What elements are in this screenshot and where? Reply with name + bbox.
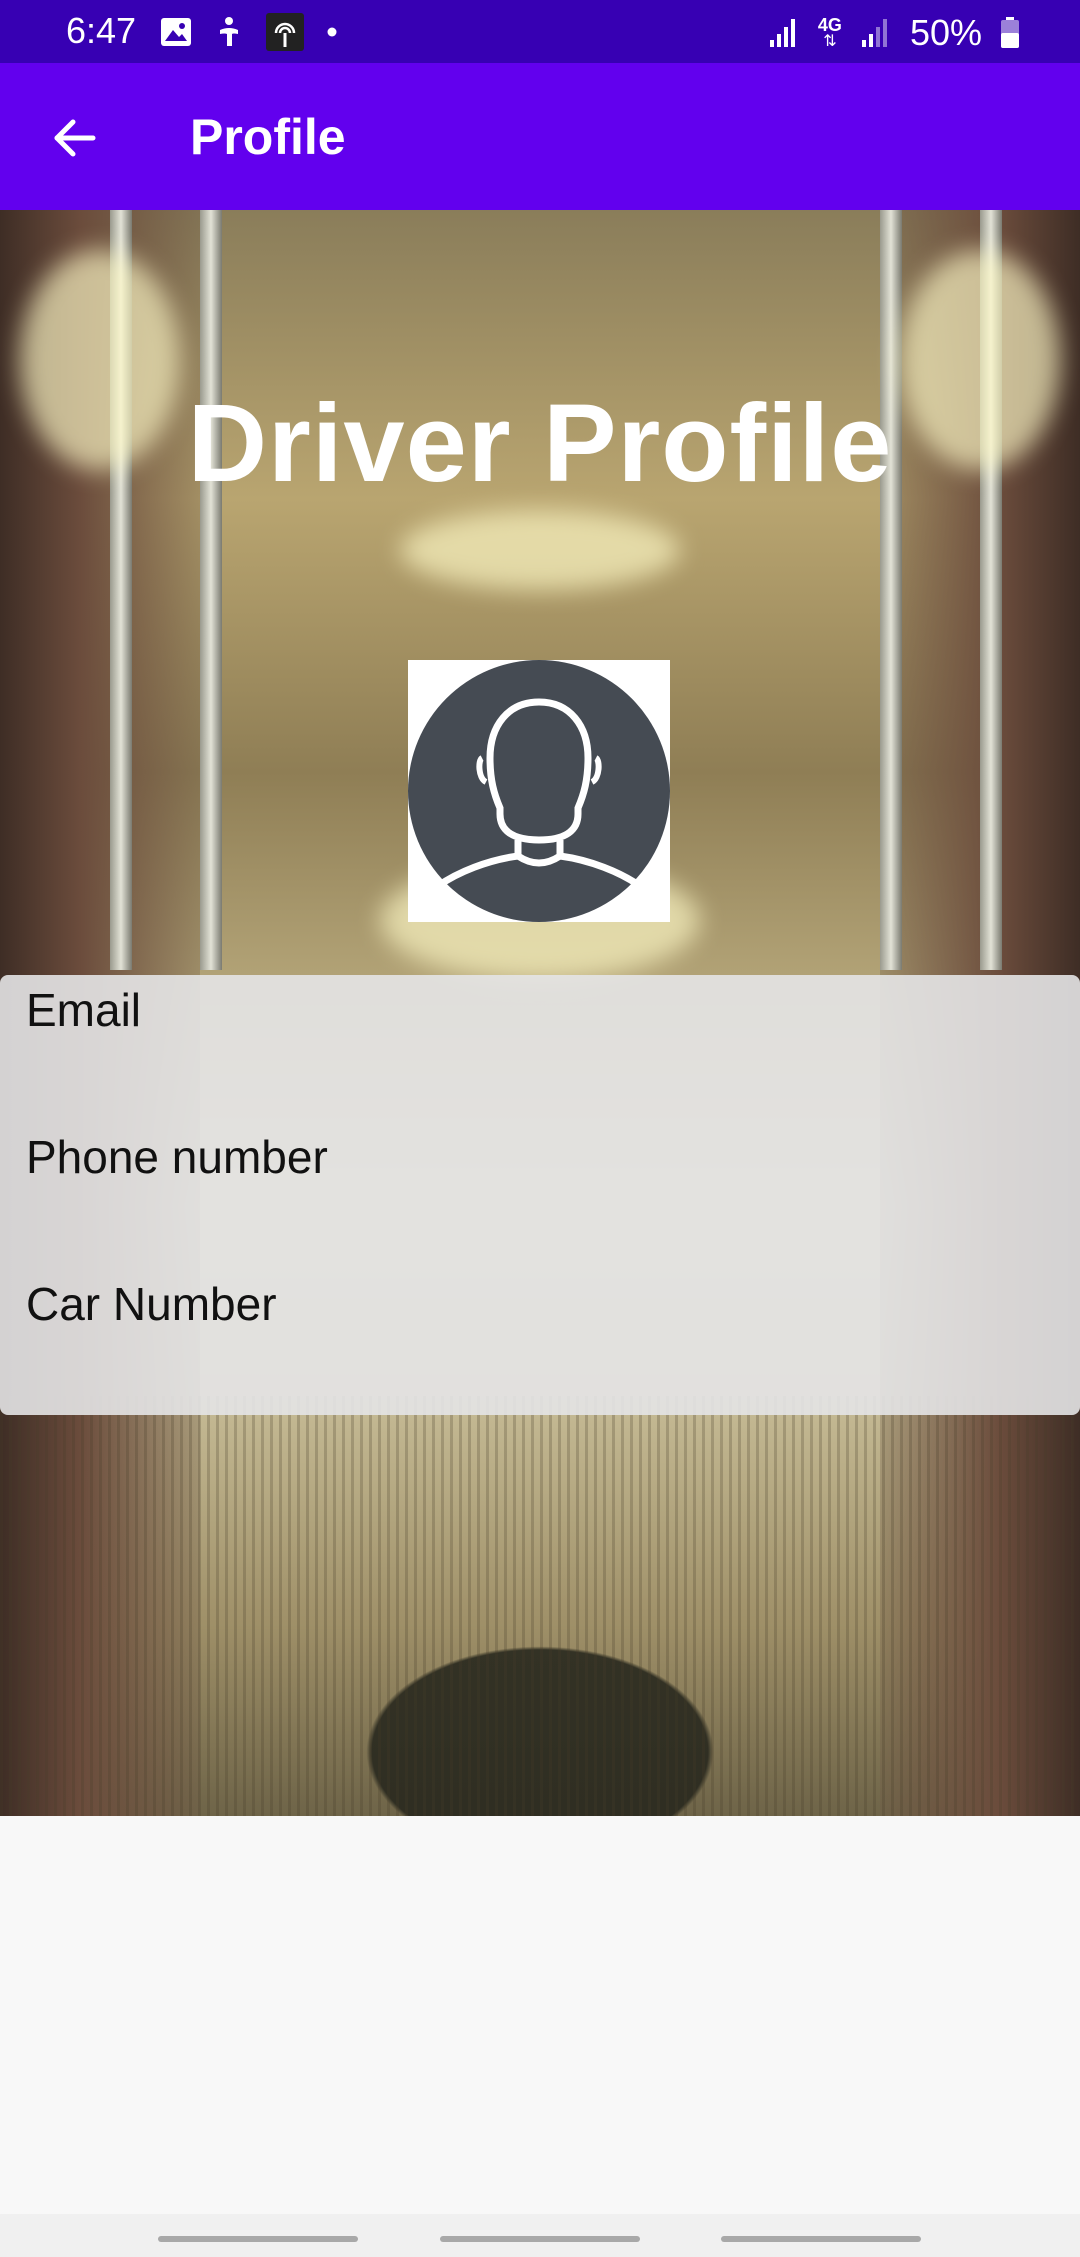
bus-floor [0, 1396, 1080, 1816]
phone-number-field[interactable]: Phone number [0, 1122, 1080, 1269]
nav-back-button[interactable] [721, 2236, 921, 2242]
status-bar: 6:47 4G ⇅ 50% [0, 0, 1080, 63]
profile-heading: Driver Profile [187, 382, 893, 505]
accessibility-icon [220, 17, 238, 46]
battery-percent: 50% [909, 12, 982, 53]
arrow-back-icon [54, 119, 96, 157]
email-label: Email [26, 984, 142, 1036]
app-bar: Profile [0, 63, 1080, 210]
avatar[interactable] [408, 660, 670, 922]
nav-home-button[interactable] [440, 2236, 640, 2242]
system-nav-bar [0, 2214, 1080, 2257]
network-label: 4G [817, 15, 842, 35]
phone-number-label: Phone number [26, 1131, 328, 1183]
profile-background-image: Driver Profile Email Phone number Car Nu… [0, 210, 1080, 1816]
car-number-field[interactable]: Car Number [0, 1269, 1080, 1416]
hotspot-icon [266, 13, 304, 51]
image-icon [161, 18, 191, 46]
battery-icon [1001, 17, 1019, 48]
nav-recent-button[interactable] [158, 2236, 358, 2242]
bus-pole [880, 210, 902, 970]
email-field[interactable]: Email [0, 975, 1080, 1122]
car-number-label: Car Number [26, 1278, 277, 1330]
network-4g-icon: 4G ⇅ [817, 15, 842, 50]
status-icons-right: 4G ⇅ 50% [768, 12, 1020, 54]
status-time: 6:47 [66, 10, 137, 51]
signal-icon [769, 19, 795, 47]
dot-icon [327, 27, 337, 37]
back-button[interactable] [40, 103, 110, 173]
page-title: Profile [190, 109, 346, 165]
signal-weak-icon [861, 19, 887, 47]
bus-pole [200, 210, 222, 970]
status-icons-left [160, 13, 338, 51]
bus-light [400, 510, 680, 590]
profile-fields: Email Phone number Car Number [0, 975, 1080, 1415]
user-avatar-icon [408, 660, 670, 922]
